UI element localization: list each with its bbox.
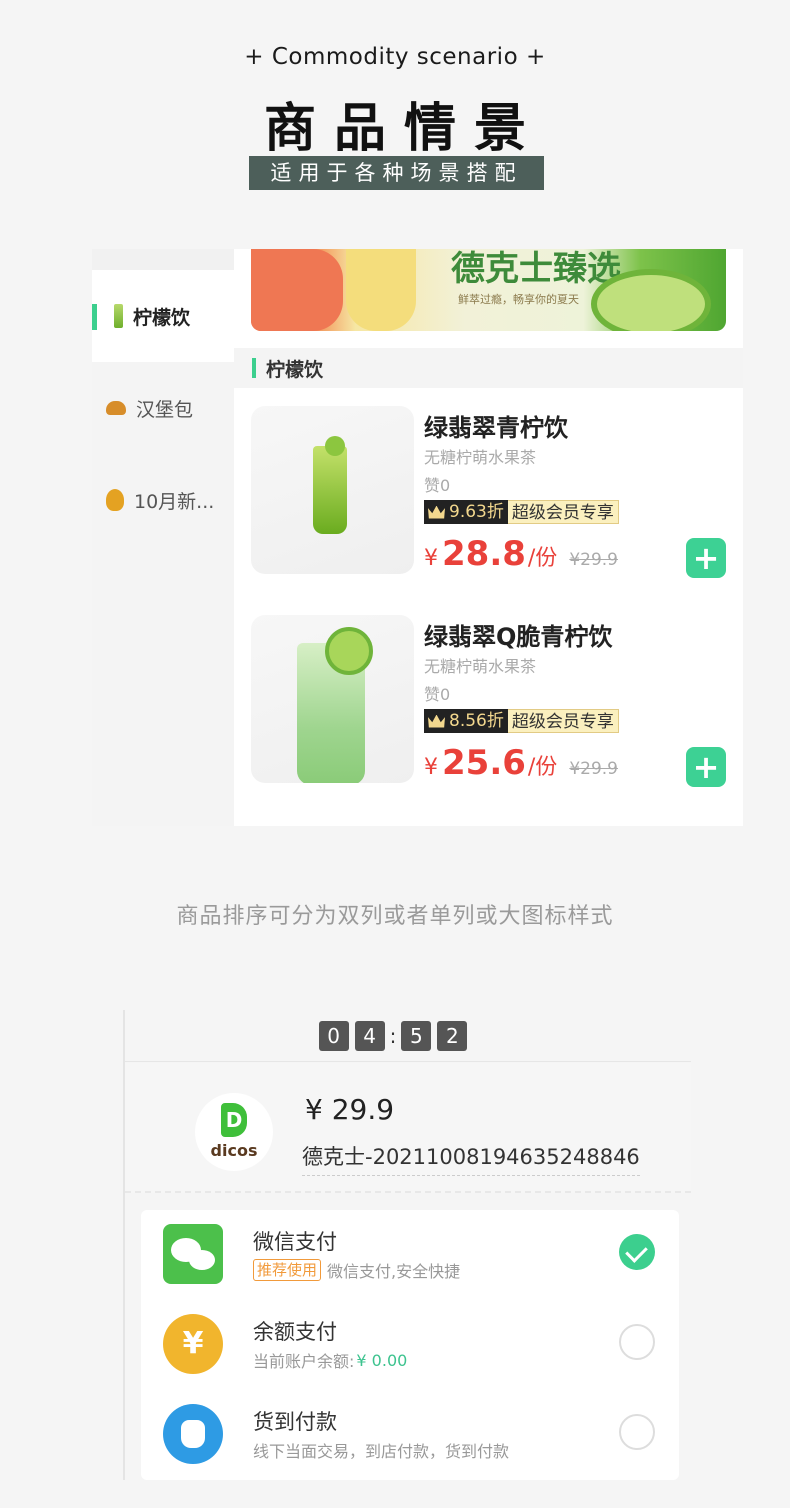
price-unit: /份: [527, 546, 558, 571]
recommended-badge: 推荐使用: [253, 1259, 322, 1281]
lemon-drink-icon: [114, 304, 123, 328]
layout-caption: 商品排序可分为双列或者单列或大图标样式: [176, 904, 614, 929]
product-likes: 赞0: [424, 476, 451, 495]
vip-discount: 8.56折: [449, 711, 504, 731]
timer-digit: 0: [318, 1020, 349, 1051]
sidebar-item-label: 柠檬饮: [133, 306, 191, 329]
promo-banner[interactable]: 德克士臻选 鲜萃过瘾，畅享你的夏天: [251, 249, 726, 331]
lemon-drink-glass: [297, 627, 373, 783]
product-desc: 无糖柠萌水果茶: [424, 448, 537, 467]
product-price: ¥ 28.8 /份 ¥29.9: [424, 534, 618, 574]
sidebar-item-label: 汉堡包: [136, 398, 194, 421]
product-card[interactable]: 绿翡翠Q脆青柠饮 无糖柠萌水果茶 赞0 8.56折 超级会员专享 ¥ 25.6 …: [234, 615, 743, 795]
menu-screenshot: 柠檬饮 汉堡包 10月新... 德克士臻选 鲜萃过瘾，畅享你的夏天 柠檬饮 绿翡…: [92, 249, 743, 826]
product-card[interactable]: 绿翡翠青柠饮 无糖柠萌水果茶 赞0 9.63折 超级会员专享 ¥ 28.8 /份…: [234, 406, 743, 586]
sidebar-item-label: 10月新...: [134, 490, 215, 513]
product-price: ¥ 25.6 /份 ¥29.9: [424, 743, 618, 783]
currency-symbol: ¥: [424, 546, 438, 571]
section-tagline: 适用于各种场景搭配: [249, 156, 544, 190]
payment-method-desc: 推荐使用 微信支付,安全快捷: [253, 1258, 460, 1282]
crown-icon: [428, 714, 445, 728]
banner-grapefruit-drink: [251, 249, 343, 331]
price-value: 25.6: [442, 743, 526, 783]
add-to-cart-button[interactable]: +: [686, 747, 726, 787]
payment-method-title: 微信支付: [253, 1230, 337, 1254]
product-image[interactable]: [251, 406, 414, 574]
payment-radio-selected[interactable]: [619, 1234, 655, 1270]
timer-digit: 4: [354, 1020, 385, 1051]
payment-method-sub: 微信支付,安全快捷: [327, 1262, 461, 1281]
vip-label: 超级会员专享: [507, 709, 619, 733]
section-title: 商品情景: [263, 99, 544, 159]
banner-fries: [346, 249, 416, 331]
category-header-label: 柠檬饮: [266, 358, 324, 381]
brand-logo: D dicos: [195, 1093, 273, 1171]
payment-method-desc: 线下当面交易，到店付款，货到付款: [253, 1438, 509, 1462]
sidebar-item-burger[interactable]: 汉堡包: [92, 362, 234, 454]
order-summary: D dicos ¥ 29.9 德克士-20211008194635248846: [125, 1063, 691, 1193]
sidebar-item-october-new[interactable]: 10月新...: [92, 454, 234, 546]
timer-separator: :: [389, 1023, 397, 1048]
banner-lime: [591, 269, 711, 331]
add-to-cart-button[interactable]: +: [686, 538, 726, 578]
vip-discount-badge: 9.63折 超级会员专享: [424, 500, 619, 524]
payment-screenshot: 0 4 : 5 2 D dicos ¥ 29.9 德克士-20211008194…: [123, 1010, 691, 1480]
price-unit: /份: [527, 755, 558, 780]
payment-method-sub: 线下当面交易，到店付款，货到付款: [253, 1442, 510, 1461]
account-balance: ¥ 0.00: [356, 1350, 408, 1370]
payment-method-wechat[interactable]: 微信支付 推荐使用 微信支付,安全快捷: [141, 1210, 679, 1300]
sidebar-item-lemon-drink[interactable]: 柠檬饮: [92, 270, 234, 362]
product-name: 绿翡翠青柠饮: [424, 414, 568, 442]
payment-method-desc: 当前账户余额: ¥ 0.00: [253, 1348, 407, 1372]
payment-method-balance[interactable]: ¥ 余额支付 当前账户余额: ¥ 0.00: [141, 1300, 679, 1390]
sidebar-top-spacer: [92, 249, 234, 270]
original-price: ¥29.9: [569, 550, 618, 570]
countdown-timer: 0 4 : 5 2: [125, 1010, 691, 1062]
currency-symbol: ¥: [424, 755, 438, 780]
wechat-pay-icon: [163, 1224, 223, 1284]
payment-method-sub: 当前账户余额:: [253, 1352, 355, 1371]
price-value: 28.8: [442, 534, 526, 574]
crown-icon: [428, 505, 445, 519]
section-subtitle-en: + Commodity scenario +: [244, 44, 546, 70]
product-list-panel: 德克士臻选 鲜萃过瘾，畅享你的夏天 柠檬饮 绿翡翠青柠饮 无糖柠萌水果茶 赞0 …: [234, 249, 743, 826]
burger-icon: [106, 401, 126, 415]
payment-method-cod[interactable]: 货到付款 线下当面交易，到店付款，货到付款: [141, 1390, 679, 1480]
lemon-drink-glass: [313, 436, 347, 534]
payment-methods: 微信支付 推荐使用 微信支付,安全快捷 ¥ 余额支付 当前账户余额: ¥ 0.0…: [141, 1210, 679, 1480]
brand-logo-text: dicos: [210, 1141, 258, 1160]
product-name: 绿翡翠Q脆青柠饮: [424, 623, 613, 651]
product-image[interactable]: [251, 615, 414, 783]
product-likes: 赞0: [424, 685, 451, 704]
payment-method-title: 余额支付: [253, 1320, 337, 1344]
flower-icon: [106, 489, 124, 511]
balance-icon: ¥: [163, 1314, 223, 1374]
category-header: 柠檬饮: [234, 348, 743, 388]
product-desc: 无糖柠萌水果茶: [424, 657, 537, 676]
cash-on-delivery-icon: [163, 1404, 223, 1464]
timer-digit: 2: [437, 1020, 468, 1051]
brand-logo-mark: D: [221, 1103, 247, 1137]
payment-radio[interactable]: [619, 1414, 655, 1450]
banner-title: 德克士臻选: [451, 249, 621, 289]
vip-discount: 9.63折: [449, 502, 504, 522]
payment-method-title: 货到付款: [253, 1410, 337, 1434]
order-number: 德克士-20211008194635248846: [302, 1141, 640, 1176]
original-price: ¥29.9: [569, 759, 618, 779]
vip-label: 超级会员专享: [507, 500, 619, 524]
payment-radio[interactable]: [619, 1324, 655, 1360]
banner-subtitle: 鲜萃过瘾，畅享你的夏天: [458, 293, 579, 306]
timer-digit: 5: [401, 1020, 432, 1051]
vip-discount-badge: 8.56折 超级会员专享: [424, 709, 619, 733]
order-amount: ¥ 29.9: [305, 1093, 395, 1126]
category-sidebar: 柠檬饮 汉堡包 10月新...: [92, 249, 234, 826]
